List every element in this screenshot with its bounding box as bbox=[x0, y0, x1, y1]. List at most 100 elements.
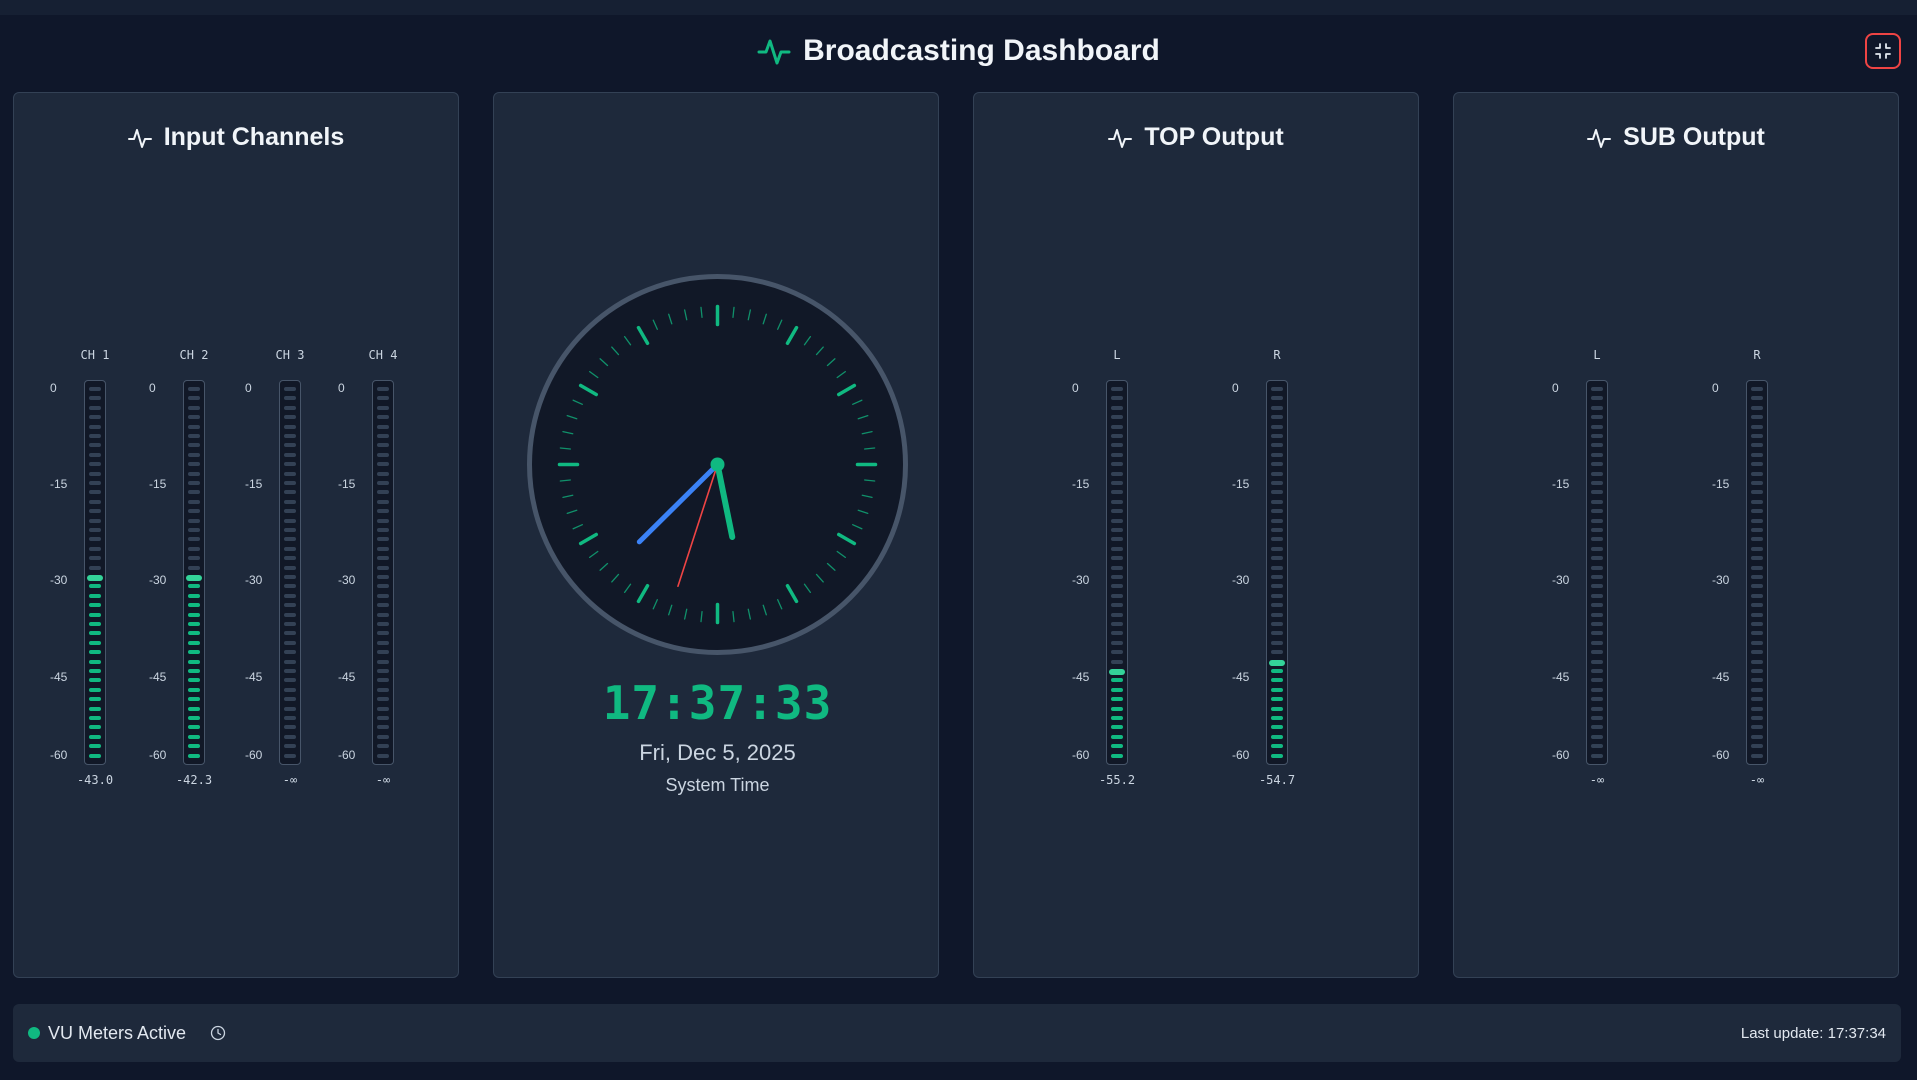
meter-segment bbox=[89, 716, 101, 720]
meter-segment bbox=[284, 471, 296, 476]
meter-segment bbox=[89, 452, 101, 457]
meter-segment bbox=[89, 556, 101, 561]
meter-segment bbox=[1751, 650, 1763, 655]
meter-segment bbox=[284, 565, 296, 570]
meter-segment bbox=[1751, 434, 1763, 438]
meter-segment bbox=[1591, 509, 1603, 514]
meter-segment bbox=[284, 509, 296, 514]
meter-segment bbox=[89, 462, 101, 467]
meter-segment bbox=[188, 490, 200, 495]
meter-segment bbox=[284, 687, 296, 692]
meter-segment bbox=[1111, 575, 1123, 579]
vu-meter-bar bbox=[279, 380, 301, 765]
meter-segment bbox=[377, 734, 389, 739]
meter-segment bbox=[1111, 405, 1123, 410]
meter-segment bbox=[1751, 631, 1763, 636]
meter-segment bbox=[188, 452, 200, 457]
meter-segment bbox=[89, 612, 101, 617]
meter-segment bbox=[284, 405, 296, 410]
meter-segment bbox=[1751, 706, 1763, 711]
scale-tick-label: -30 bbox=[1712, 573, 1730, 587]
meter-value: -∞ bbox=[375, 773, 391, 787]
meter-segment bbox=[1591, 678, 1603, 683]
meter-segment bbox=[284, 424, 296, 429]
meter-segment bbox=[1751, 697, 1763, 702]
scale-tick-label: -30 bbox=[50, 573, 68, 587]
vu-meter-bar bbox=[1746, 380, 1768, 765]
meter-segment bbox=[1111, 584, 1123, 589]
meter-segment bbox=[188, 650, 200, 655]
meter-segment bbox=[1751, 556, 1763, 561]
activity-icon bbox=[127, 128, 152, 148]
meter-value: -∞ bbox=[1589, 773, 1605, 787]
activity-icon bbox=[757, 39, 791, 65]
meter-segment bbox=[1591, 734, 1603, 739]
meter-segment bbox=[1271, 546, 1283, 551]
meter-segment bbox=[89, 687, 101, 692]
meter-segment bbox=[284, 678, 296, 683]
meter-segment bbox=[1751, 565, 1763, 570]
meter-segment bbox=[377, 396, 389, 401]
meter-segment bbox=[1751, 546, 1763, 551]
meter-segment bbox=[1591, 584, 1603, 589]
meter-segment bbox=[284, 725, 296, 730]
meter-segment bbox=[284, 753, 296, 758]
meter-segment bbox=[1271, 697, 1283, 702]
meter-value: -43.0 bbox=[76, 773, 114, 787]
meter-segment bbox=[284, 452, 296, 457]
meter-segment bbox=[284, 640, 296, 645]
scale-tick-label: -15 bbox=[1712, 477, 1730, 491]
meter-segment bbox=[1591, 415, 1603, 420]
meter-segment bbox=[377, 706, 389, 711]
meter-segment bbox=[89, 434, 101, 438]
meter-segment bbox=[89, 593, 101, 598]
top-strip bbox=[0, 0, 1917, 15]
meter-segment bbox=[1751, 518, 1763, 523]
sub-output-panel: SUB Output bbox=[1453, 92, 1899, 978]
scale-tick-label: -45 bbox=[50, 670, 68, 684]
meter-segment bbox=[188, 584, 200, 589]
meter-segment bbox=[1271, 415, 1283, 420]
meter-segment bbox=[188, 434, 200, 438]
scale-tick-label: -60 bbox=[149, 748, 167, 762]
meter-segment bbox=[1111, 622, 1123, 626]
scale-tick-label: -45 bbox=[1232, 670, 1250, 684]
meter-segment bbox=[1271, 584, 1283, 589]
meter-segment bbox=[1751, 575, 1763, 579]
panel-title: SUB Output bbox=[1454, 123, 1898, 152]
meter-segment bbox=[1271, 518, 1283, 523]
meter-segment bbox=[1271, 490, 1283, 495]
meter-segment bbox=[89, 537, 101, 542]
exit-fullscreen-button[interactable] bbox=[1865, 33, 1901, 69]
meter-segment bbox=[1271, 556, 1283, 561]
scale-tick-label: -60 bbox=[1712, 748, 1730, 762]
meter-segment bbox=[89, 471, 101, 476]
meter-segment bbox=[188, 556, 200, 561]
meter-segment bbox=[188, 603, 200, 608]
meter-segment bbox=[89, 640, 101, 645]
scale-tick-label: 0 bbox=[338, 381, 345, 395]
meter-segment bbox=[1751, 603, 1763, 608]
meter-segment bbox=[89, 415, 101, 420]
meter-segment bbox=[1591, 575, 1603, 579]
meter-segment bbox=[1111, 499, 1123, 504]
meter-segment bbox=[1111, 452, 1123, 457]
meter-segment bbox=[377, 565, 389, 570]
meter-value: -42.3 bbox=[175, 773, 213, 787]
meter-segment bbox=[89, 424, 101, 429]
meter-segment bbox=[1111, 650, 1123, 655]
meter-segment bbox=[188, 518, 200, 523]
meter-segment bbox=[1111, 640, 1123, 645]
meter-segment bbox=[89, 499, 101, 504]
scale-tick-label: -15 bbox=[338, 477, 356, 491]
meter-segment bbox=[1111, 687, 1123, 692]
meter-segment bbox=[188, 528, 200, 532]
scale-tick-label: -15 bbox=[50, 477, 68, 491]
meter-segment bbox=[1751, 640, 1763, 645]
meter-segment bbox=[1111, 462, 1123, 467]
meter-segment bbox=[1111, 415, 1123, 420]
meter-segment bbox=[1111, 659, 1123, 664]
meter-segment bbox=[1591, 659, 1603, 664]
meter-segment bbox=[89, 678, 101, 683]
meter-segment bbox=[1591, 518, 1603, 523]
